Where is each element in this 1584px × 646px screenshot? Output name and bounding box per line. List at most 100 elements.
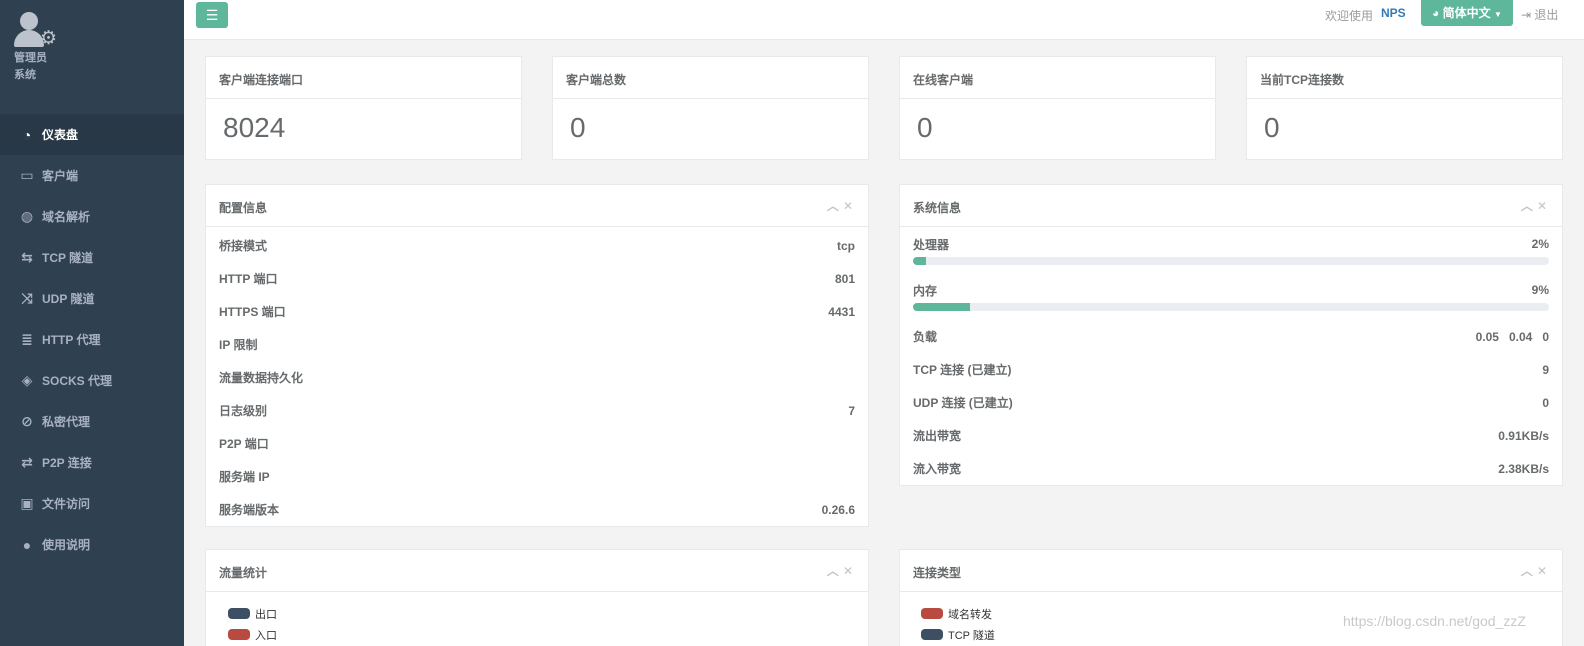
cpu-progress-fill bbox=[913, 257, 926, 265]
collapse-icon[interactable]: ︿ bbox=[827, 564, 843, 578]
cpu-row: 处理器 2% bbox=[900, 235, 1562, 265]
legend-label: TCP 隧道 bbox=[948, 629, 995, 642]
legend-item[interactable]: 入口 bbox=[228, 624, 846, 645]
sidebar-item-http[interactable]: ≣ HTTP 代理 bbox=[0, 319, 184, 360]
collapse-icon[interactable]: ︿ bbox=[827, 199, 843, 213]
connection-types-header: 连接类型 ︿✕ bbox=[900, 550, 1562, 592]
sidebar-item-label: SOCKS 代理 bbox=[42, 374, 113, 388]
config-label: IP 限制 bbox=[219, 338, 258, 352]
legend-item[interactable]: 出口 bbox=[228, 603, 846, 624]
system-row: TCP 连接 (已建立) 9 bbox=[900, 353, 1562, 386]
memory-progress-fill bbox=[913, 303, 971, 311]
system-row: 负载 0.05 0.04 0 bbox=[900, 320, 1562, 353]
cpu-label: 处理器 bbox=[913, 237, 950, 252]
config-row: 流量数据持久化 bbox=[206, 361, 868, 394]
sidebar-item-tcp[interactable]: ⇆ TCP 隧道 bbox=[0, 237, 184, 278]
config-panel: 配置信息 ︿✕ 桥接模式 tcp HTTP 端口 801 HTTPS 端口 4431 … bbox=[205, 184, 869, 527]
close-icon[interactable]: ✕ bbox=[1537, 199, 1551, 213]
logout-link[interactable]: ⇥ 退出 bbox=[1521, 6, 1558, 23]
sidebar-item-label: 使用说明 bbox=[42, 538, 91, 552]
stat-value: 0 bbox=[570, 112, 586, 143]
config-label: 日志级别 bbox=[219, 404, 268, 418]
stat-value: 8024 bbox=[223, 112, 286, 143]
config-label: 服务端 IP bbox=[219, 470, 270, 484]
profile: ⚙ 管理员 系统 bbox=[14, 12, 60, 84]
briefcase-icon: ▣ bbox=[20, 495, 34, 511]
sidebar-item-udp[interactable]: ⤨ UDP 隧道 bbox=[0, 278, 184, 319]
sidebar-item-label: HTTP 代理 bbox=[42, 333, 101, 347]
sidebar-item-help[interactable]: ● 使用说明 bbox=[0, 524, 184, 565]
stat-title: 客户端总数 bbox=[553, 57, 868, 99]
traffic-panel: 流量统计 ︿✕ 出口 入口 bbox=[205, 549, 869, 646]
menu-icon: ☰ bbox=[205, 7, 219, 23]
system-label: UDP 连接 (已建立) bbox=[913, 396, 1013, 410]
close-icon[interactable]: ✕ bbox=[1537, 564, 1551, 578]
config-row: 服务端版本 0.26.6 bbox=[206, 493, 868, 526]
panel-title: 配置信息 bbox=[219, 201, 268, 215]
profile-system[interactable]: 系统 bbox=[14, 67, 60, 84]
retweet-icon: ⇆ bbox=[21, 249, 33, 265]
config-label: 桥接模式 bbox=[219, 239, 268, 253]
system-row: 流出带宽 0.91KB/s bbox=[900, 419, 1562, 452]
profile-role[interactable]: 管理员 bbox=[14, 50, 60, 67]
sidebar-item-label: P2P 连接 bbox=[42, 456, 92, 470]
panel-title: 流量统计 bbox=[219, 566, 268, 580]
system-label: TCP 连接 (已建立) bbox=[913, 363, 1012, 377]
sidebar-item-label: 文件访问 bbox=[42, 497, 91, 511]
memory-row: 内存 9% bbox=[900, 281, 1562, 311]
sidebar-item-clients[interactable]: ▭ 客户端 bbox=[0, 155, 184, 196]
collapse-icon[interactable]: ︿ bbox=[1521, 564, 1537, 578]
sign-out-icon: ⇥ bbox=[1521, 8, 1532, 22]
cpu-value: 2% bbox=[1531, 237, 1549, 251]
stat-box-tcp-connections: 当前TCP连接数 0 bbox=[1246, 56, 1563, 160]
system-row: 流入带宽 2.38KB/s bbox=[900, 452, 1562, 485]
config-label: HTTPS 端口 bbox=[219, 305, 286, 319]
config-row: HTTPS 端口 4431 bbox=[206, 295, 868, 328]
sidebar-item-p2p[interactable]: ⇄ P2P 连接 bbox=[0, 442, 184, 483]
collapse-icon[interactable]: ︿ bbox=[1521, 199, 1537, 213]
legend-swatch bbox=[228, 629, 250, 640]
config-value: 4431 bbox=[828, 304, 855, 319]
stat-box-clients-total: 客户端总数 0 bbox=[552, 56, 869, 160]
sidebar-item-socks[interactable]: ◈ SOCKS 代理 bbox=[0, 360, 184, 401]
system-label: 负载 bbox=[913, 330, 938, 344]
language-label: 简体中文 bbox=[1442, 6, 1491, 20]
system-panel-header: 系统信息 ︿✕ bbox=[900, 185, 1562, 227]
close-icon[interactable]: ✕ bbox=[843, 564, 857, 578]
config-row: 日志级别 7 bbox=[206, 394, 868, 427]
sidebar-item-files[interactable]: ▣ 文件访问 bbox=[0, 483, 184, 524]
legend-label: 入口 bbox=[255, 629, 277, 642]
memory-label: 内存 bbox=[913, 283, 938, 298]
sidebar-item-domain[interactable]: ◍ 域名解析 bbox=[0, 196, 184, 237]
globe-icon: ◍ bbox=[20, 208, 34, 224]
config-row: P2P 端口 bbox=[206, 427, 868, 460]
stat-value: 0 bbox=[1264, 112, 1280, 143]
panel-title: 连接类型 bbox=[913, 566, 962, 580]
config-label: 流量数据持久化 bbox=[219, 371, 304, 385]
sidebar-item-dashboard[interactable]: ◔ 仪表盘 bbox=[0, 114, 184, 155]
sidebar: ⚙ 管理员 系统 ◔ 仪表盘 ▭ 客户端 ◍ 域名解析 ⇆ TCP 隧道 ⤨ U… bbox=[0, 0, 184, 646]
welcome-text: 欢迎使用 bbox=[1325, 9, 1374, 23]
caret-down-icon: ▼ bbox=[1493, 10, 1502, 19]
cpu-progress-bar bbox=[913, 257, 1549, 265]
language-dropdown[interactable]: ◕ 简体中文 ▼ bbox=[1421, 0, 1513, 26]
config-label: HTTP 端口 bbox=[219, 272, 278, 286]
sidebar-nav: ◔ 仪表盘 ▭ 客户端 ◍ 域名解析 ⇆ TCP 隧道 ⤨ UDP 隧道 ≣ H… bbox=[0, 114, 184, 565]
close-icon[interactable]: ✕ bbox=[843, 199, 857, 213]
menu-toggle-button[interactable]: ☰ bbox=[196, 2, 228, 28]
config-value: tcp bbox=[837, 238, 855, 253]
watermark: https://blog.csdn.net/god_zzZ bbox=[1343, 613, 1526, 629]
sidebar-item-secret[interactable]: ⊘ 私密代理 bbox=[0, 401, 184, 442]
system-value: 9 bbox=[1542, 362, 1549, 377]
stat-value: 0 bbox=[917, 112, 933, 143]
sidebar-item-label: 域名解析 bbox=[42, 210, 91, 224]
sidebar-item-label: 私密代理 bbox=[42, 415, 91, 429]
layers-icon: ◈ bbox=[21, 372, 33, 388]
legend-swatch bbox=[921, 608, 943, 619]
top-navbar: ☰ 欢迎使用 NPS ◕ 简体中文 ▼ ⇥ 退出 bbox=[184, 0, 1584, 40]
brand-link[interactable]: NPS bbox=[1381, 6, 1406, 20]
system-value: 0 bbox=[1542, 395, 1549, 410]
legend-swatch bbox=[921, 629, 943, 640]
panel-title: 系统信息 bbox=[913, 201, 962, 215]
system-value: 0.91KB/s bbox=[1498, 428, 1549, 443]
